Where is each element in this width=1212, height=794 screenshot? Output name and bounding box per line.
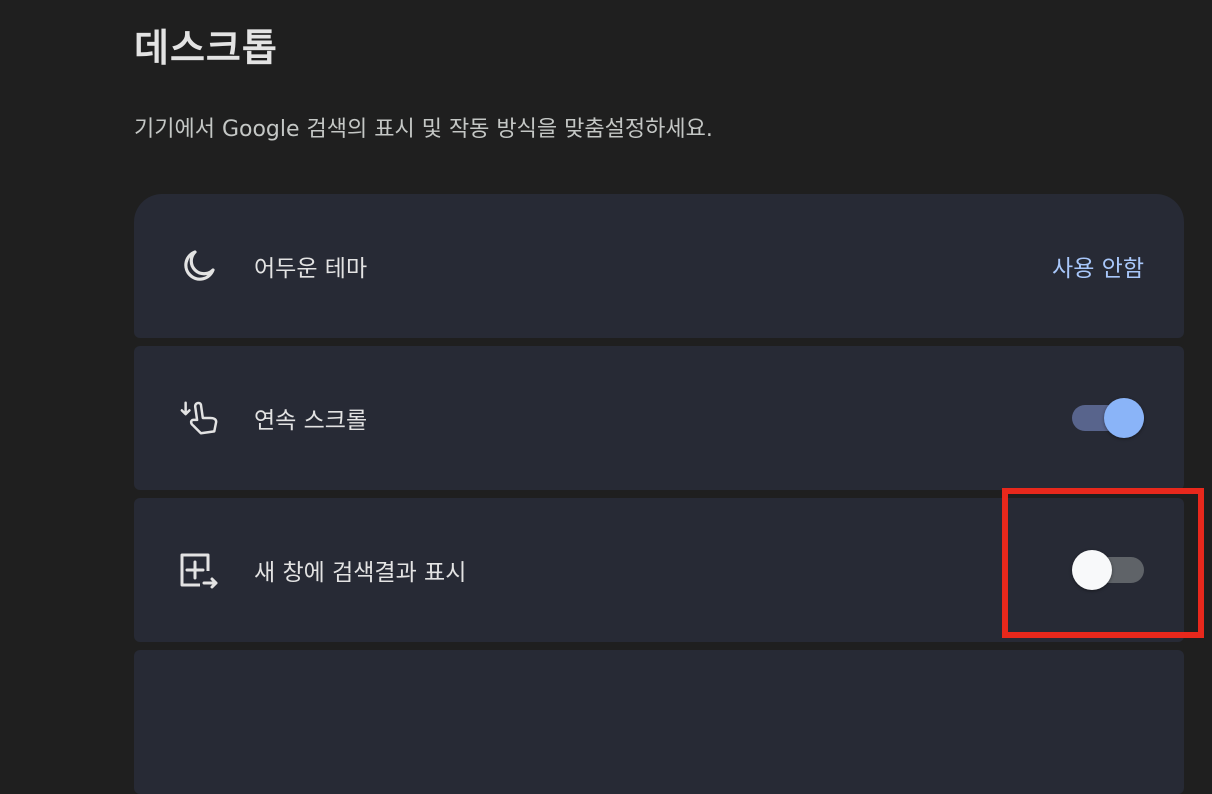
new-window-results-label: 새 창에 검색결과 표시 [254,560,467,586]
toggle-thumb [1104,398,1144,438]
setting-row-new-window-results[interactable]: 새 창에 검색결과 표시 [134,498,1184,642]
setting-row-next[interactable] [134,650,1184,794]
moon-icon [178,245,220,287]
continuous-scroll-toggle[interactable] [1072,398,1144,438]
new-window-results-toggle[interactable] [1072,550,1144,590]
toggle-thumb [1072,550,1112,590]
dark-theme-value-link[interactable]: 사용 안함 [1052,249,1144,283]
page-subtitle: 기기에서 Google 검색의 표시 및 작동 방식을 맞춤설정하세요. [134,117,713,142]
setting-row-dark-theme[interactable]: 어두운 테마 사용 안함 [134,194,1184,338]
setting-row-continuous-scroll[interactable]: 연속 스크롤 [134,346,1184,490]
open-in-new-window-icon [178,549,220,591]
dark-theme-label: 어두운 테마 [254,256,368,282]
page-title: 데스크톱 [134,26,278,70]
scroll-gesture-icon [178,397,220,439]
continuous-scroll-label: 연속 스크롤 [254,408,368,434]
